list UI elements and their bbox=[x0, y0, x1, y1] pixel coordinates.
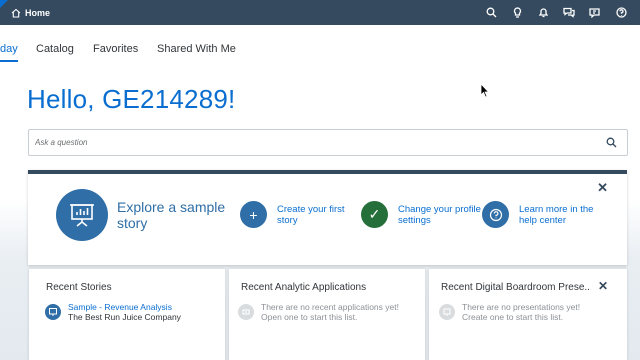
mouse-cursor-icon bbox=[480, 83, 490, 98]
explore-sample-story-link[interactable]: Explore a sample story bbox=[117, 199, 247, 231]
story-subtitle: The Best Run Juice Company bbox=[68, 312, 181, 322]
welcome-panel: ✕ Explore a sample story + Create your f… bbox=[28, 170, 627, 265]
tab-catalog[interactable]: Catalog bbox=[36, 43, 74, 55]
create-story-label: Create your first story bbox=[277, 203, 345, 226]
help-icon bbox=[615, 7, 627, 18]
sample-story-button[interactable] bbox=[56, 189, 108, 241]
active-tab-indicator bbox=[0, 60, 18, 62]
card-title: Recent Digital Boardroom Prese... bbox=[441, 282, 591, 293]
card-title: Recent Analytic Applications bbox=[241, 282, 367, 293]
ask-question-box bbox=[28, 129, 628, 156]
profile-settings-label: Change your profile settings bbox=[398, 203, 481, 226]
search-icon[interactable] bbox=[606, 137, 617, 148]
home-label: Home bbox=[25, 7, 51, 18]
empty-state: There are no recent applications yet! Op… bbox=[238, 302, 399, 322]
list-item[interactable]: Sample - Revenue Analysis The Best Run J… bbox=[45, 302, 181, 322]
story-icon bbox=[45, 304, 61, 320]
feedback-icon bbox=[589, 8, 600, 18]
empty-message-line1: There are no recent applications yet! bbox=[261, 302, 399, 312]
check-icon: ✓ bbox=[361, 201, 388, 228]
tab-favorites[interactable]: Favorites bbox=[93, 43, 138, 55]
search-icon bbox=[486, 7, 496, 18]
presentation-board-icon bbox=[70, 204, 94, 227]
create-story-action[interactable]: + Create your first story bbox=[240, 201, 362, 228]
profile-settings-action[interactable]: ✓ Change your profile settings bbox=[361, 201, 483, 228]
greeting-title: Hello, GE214289! bbox=[27, 84, 236, 114]
empty-message-line2: Create one to start this list. bbox=[462, 312, 564, 322]
notifications-button[interactable] bbox=[530, 0, 556, 25]
home-button[interactable]: Home bbox=[11, 8, 50, 18]
recent-digital-boardroom-card: Recent Digital Boardroom Prese... ✕ Ther… bbox=[429, 268, 627, 360]
help-center-action[interactable]: Learn more in the help center bbox=[482, 201, 604, 228]
card-title: Recent Stories bbox=[46, 282, 112, 293]
home-icon bbox=[11, 8, 21, 18]
recent-analytic-applications-card: Recent Analytic Applications There are n… bbox=[229, 268, 425, 360]
lightbulb-icon bbox=[513, 7, 521, 18]
close-card-button[interactable]: ✕ bbox=[598, 279, 608, 293]
tab-shared-with-me[interactable]: Shared With Me bbox=[157, 43, 236, 55]
empty-message-line2: Open one to start this list. bbox=[261, 312, 358, 322]
logo-corner bbox=[0, 0, 8, 8]
search-input[interactable] bbox=[29, 130, 589, 155]
search-button[interactable] bbox=[478, 0, 504, 25]
application-icon bbox=[238, 304, 254, 320]
presentation-icon bbox=[439, 304, 455, 320]
help-button[interactable] bbox=[608, 0, 634, 25]
plus-icon: + bbox=[240, 201, 267, 228]
close-welcome-button[interactable]: ✕ bbox=[597, 180, 608, 196]
ideas-button[interactable] bbox=[504, 0, 530, 25]
recent-stories-card: Recent Stories Sample - Revenue Analysis… bbox=[29, 268, 225, 360]
empty-state: There are no presentations yet! Create o… bbox=[439, 302, 580, 322]
shell-bar: Home bbox=[0, 0, 640, 25]
help-center-label: Learn more in the help center bbox=[519, 203, 594, 226]
chat-icon bbox=[563, 7, 575, 18]
feedback-button[interactable] bbox=[582, 0, 608, 25]
empty-message-line1: There are no presentations yet! bbox=[462, 302, 581, 312]
chat-button[interactable] bbox=[556, 0, 582, 25]
story-title-link[interactable]: Sample - Revenue Analysis bbox=[68, 302, 181, 312]
tab-bar: day Catalog Favorites Shared With Me bbox=[0, 25, 640, 65]
help-icon bbox=[482, 201, 509, 228]
bell-icon bbox=[538, 8, 548, 18]
tab-today[interactable]: day bbox=[0, 43, 18, 55]
